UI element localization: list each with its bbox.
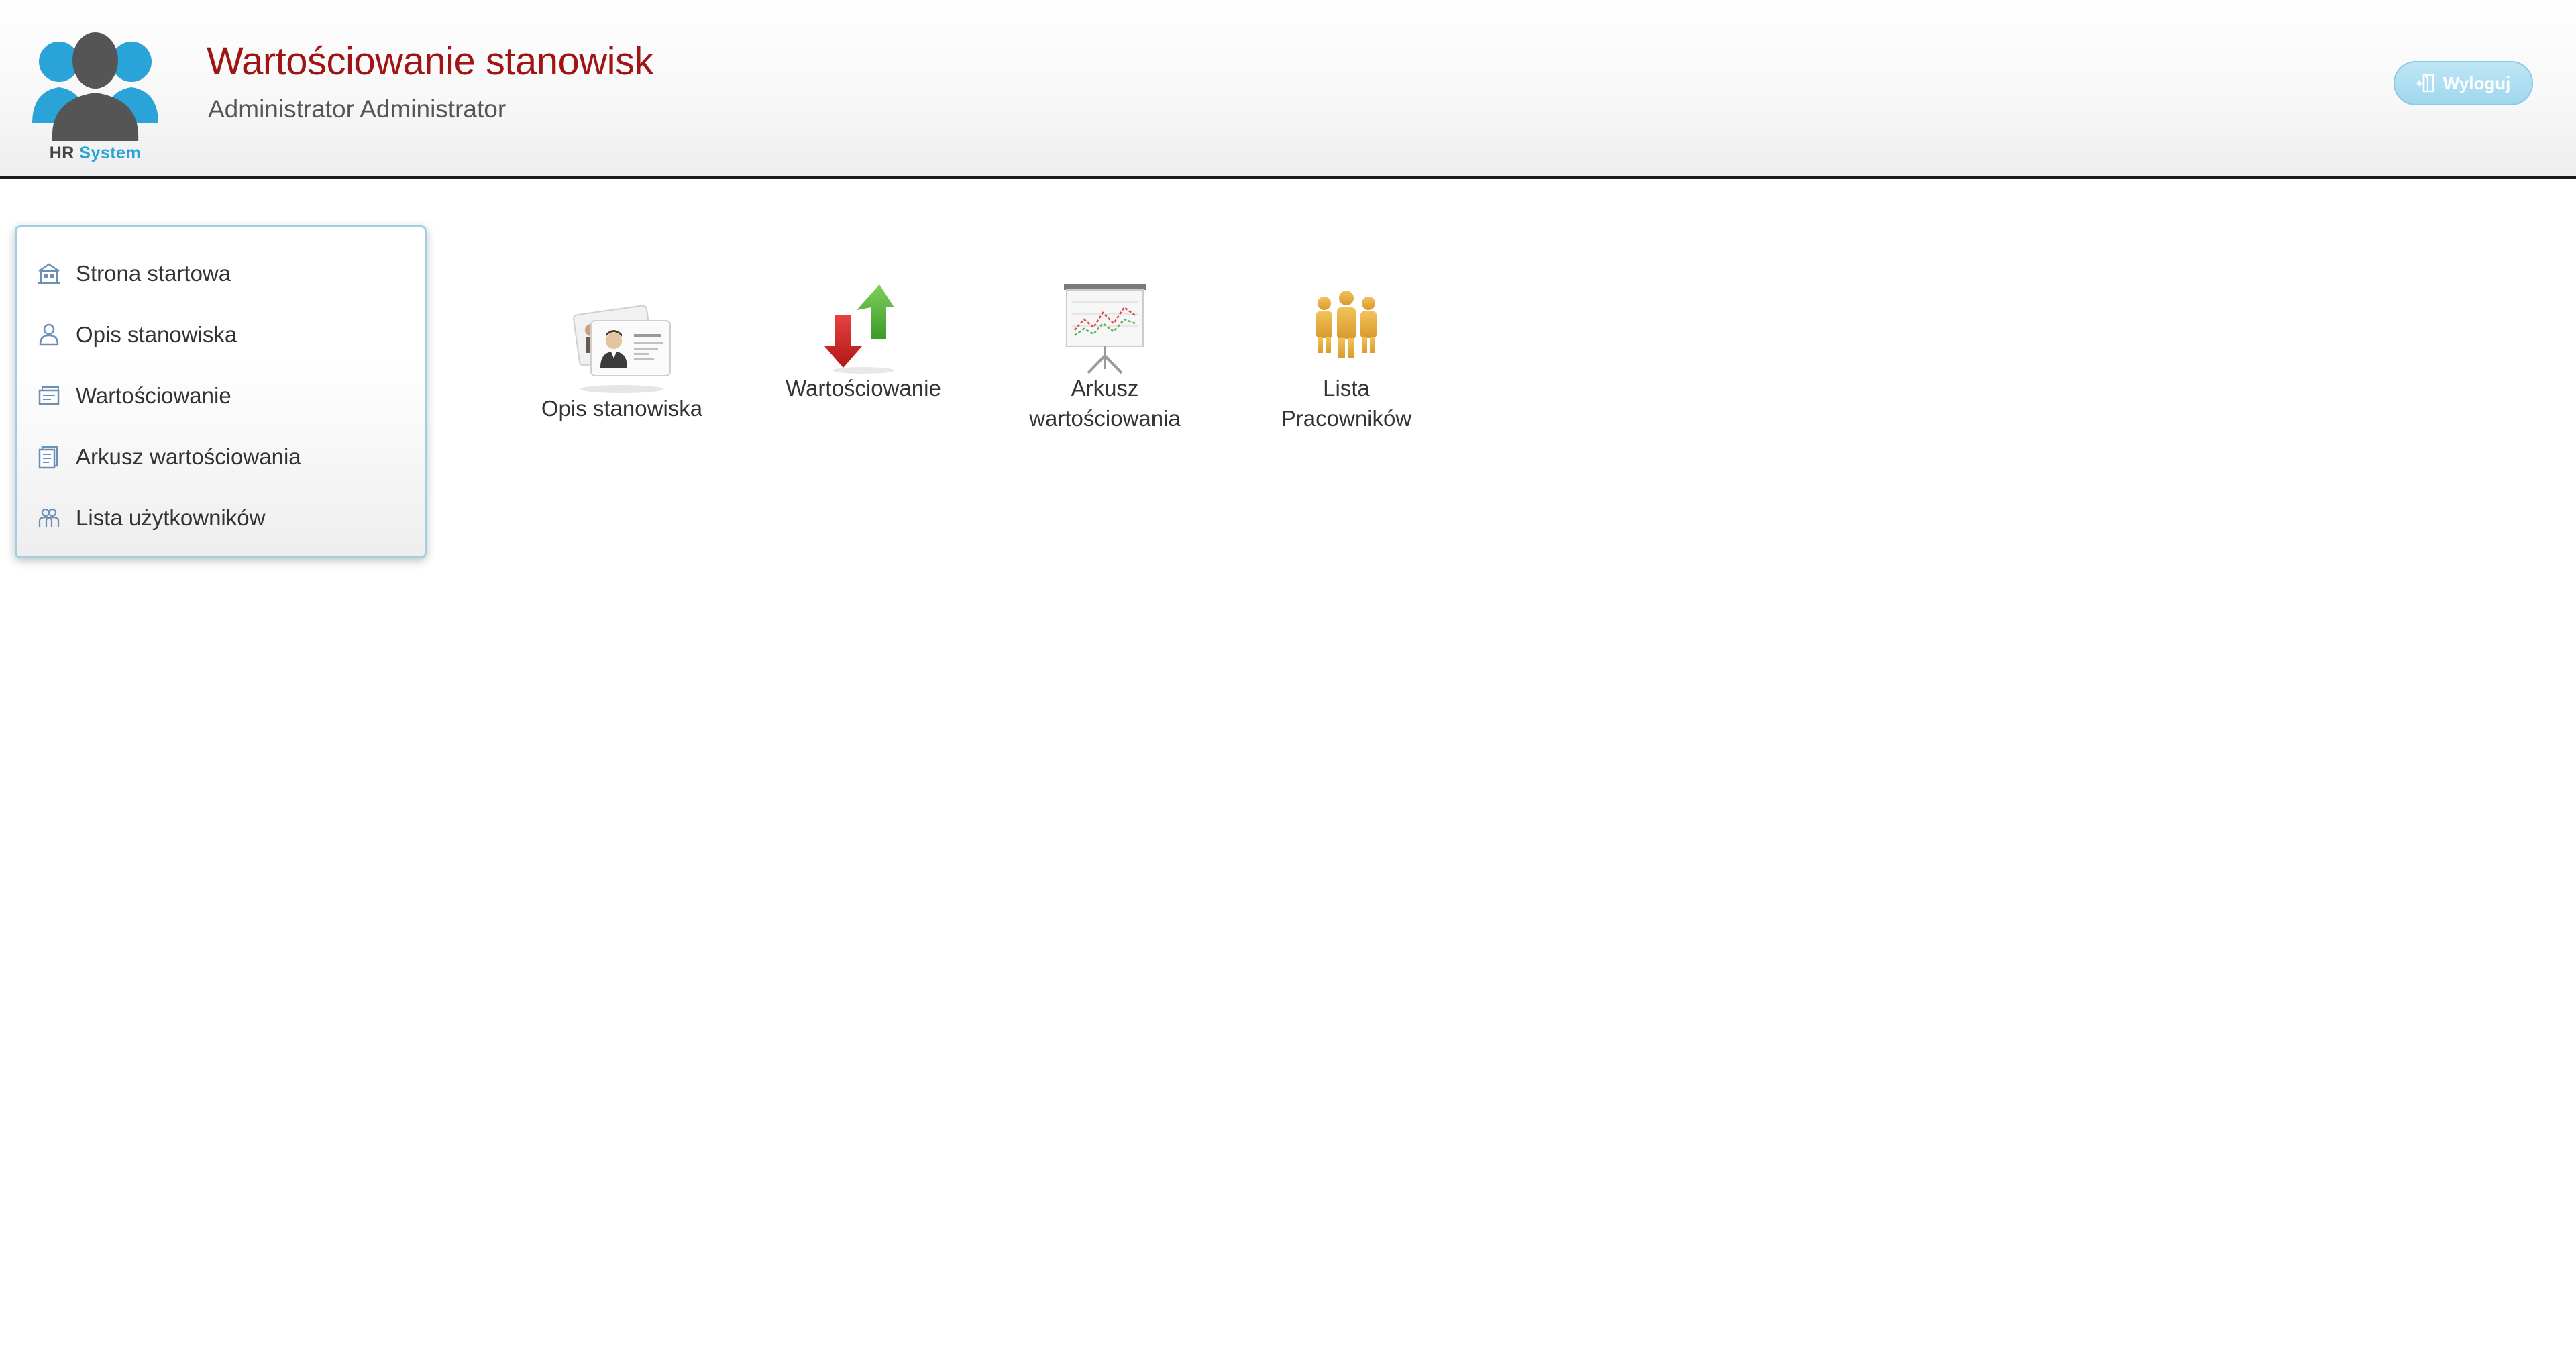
tile-label: Opis stanowiska: [541, 396, 703, 421]
sheet-icon: [36, 443, 62, 470]
current-user: Administrator Administrator: [208, 95, 506, 123]
home-icon: [36, 260, 62, 287]
sidebar-item-user-list[interactable]: Lista użytkowników: [17, 488, 425, 548]
sidebar-item-valuation[interactable]: Wartościowanie: [17, 366, 425, 426]
header: HR System Wartościowanie stanowisk Admin…: [0, 0, 2576, 179]
tile-label-line-2: wartościowania: [1029, 406, 1181, 431]
sidebar-item-label: Strona startowa: [76, 261, 231, 286]
sidebar-item-label: Lista użytkowników: [76, 505, 266, 530]
tile-valuation[interactable]: Wartościowanie: [766, 282, 961, 403]
logout-button[interactable]: Wyloguj: [2394, 61, 2533, 105]
users-silhouette-icon: [32, 32, 158, 141]
logo-text-hr: HR: [49, 144, 74, 162]
person-icon: [36, 321, 62, 348]
tile-label: Wartościowanie: [786, 376, 941, 401]
sidebar-menu: Strona startowa Opis stanowiska Wartości…: [15, 225, 427, 558]
sidebar-item-label: Arkusz wartościowania: [76, 444, 301, 469]
logout-icon: [2416, 73, 2436, 93]
tile-employee-list[interactable]: Lista Pracowników: [1249, 282, 1444, 436]
tile-job-description[interactable]: Opis stanowiska: [525, 282, 719, 429]
users-icon: [36, 505, 62, 531]
presentation-board-icon: [1008, 282, 1202, 376]
logo-text-system: System: [79, 144, 142, 162]
employees-icon: [1249, 289, 1444, 369]
tile-valuation-sheet[interactable]: Arkusz wartościowania: [1008, 282, 1202, 436]
tile-label-line-1: Arkusz: [1071, 376, 1139, 401]
up-down-arrows-icon: [766, 282, 961, 376]
id-card-icon: [525, 295, 719, 396]
logo-text: HR System: [30, 144, 161, 163]
sidebar-item-start-page[interactable]: Strona startowa: [17, 244, 425, 304]
hr-system-logo[interactable]: HR System: [30, 30, 161, 164]
tile-label-line-2: Pracowników: [1281, 406, 1412, 431]
logout-label: Wyloguj: [2443, 72, 2511, 93]
sidebar-item-label: Wartościowanie: [76, 383, 231, 408]
tile-label-line-1: Lista: [1323, 376, 1370, 401]
sidebar-item-valuation-sheet[interactable]: Arkusz wartościowania: [17, 427, 425, 487]
valuation-icon: [36, 382, 62, 409]
sidebar-item-job-description[interactable]: Opis stanowiska: [17, 305, 425, 365]
page-title: Wartościowanie stanowisk: [207, 40, 654, 83]
sidebar-item-label: Opis stanowiska: [76, 322, 237, 347]
